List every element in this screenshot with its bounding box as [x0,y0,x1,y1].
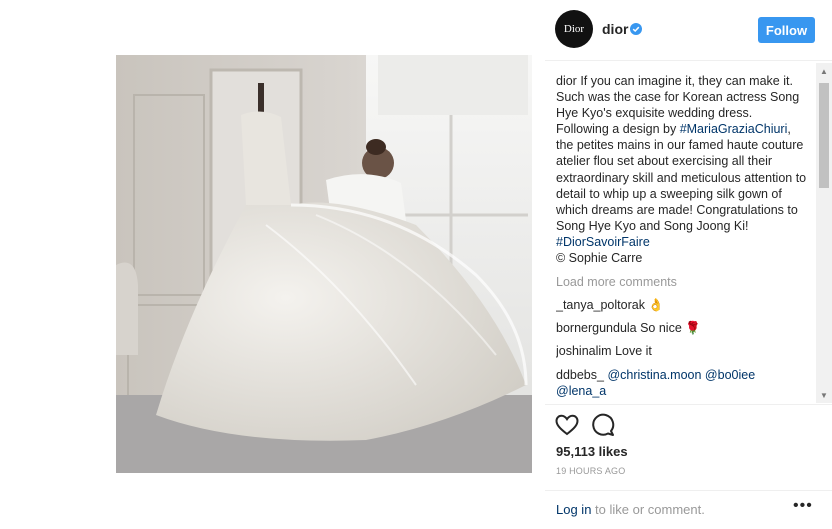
caption-username[interactable]: dior [556,74,577,88]
comment-item: _tanya_poltorak 👌 [556,297,808,313]
post-photo[interactable] [116,55,532,473]
scrollbar-thumb[interactable] [819,83,829,188]
comment-username[interactable]: ddbebs_ [556,368,604,382]
load-more-comments[interactable]: Load more comments [556,274,808,290]
comment-text: Love it [611,344,652,359]
likes-count[interactable]: 95,113 likes [556,444,628,459]
username-link[interactable]: dior [602,21,628,37]
comment-item: bornergundula So nice 🌹 [556,320,808,336]
comment-mention[interactable]: @christina.moon [607,368,701,382]
comment-username[interactable]: _tanya_poltorak [556,298,645,312]
comments-list[interactable]: dior If you can imagine it, they can mak… [556,73,808,403]
more-dots-icon[interactable]: ••• [793,497,817,517]
post-timestamp[interactable]: 19 HOURS AGO [556,466,625,476]
comment-item: ddbebs_ @christina.moon @bo0iee @lena_a [556,367,808,399]
actions-divider [545,404,832,406]
comment-username[interactable]: joshinalim [556,344,612,358]
comment-mention[interactable]: @lena_a [556,384,606,398]
login-prompt: Log in to like or comment. [556,502,705,517]
comment-icon[interactable] [591,413,615,437]
caption-text-2: , the petites mains in our famed haute c… [556,122,807,233]
comment-username[interactable]: bornergundula [556,321,637,335]
comment-text: So nice 🌹 [636,321,701,336]
caption-hashtag[interactable]: #DiorSavoirFaire [556,235,650,249]
comment-text: 👌 [644,298,664,313]
comment-mention[interactable]: @bo0iee [705,368,755,382]
caption-mention[interactable]: #MariaGraziaChiuri [680,122,788,136]
heart-icon[interactable] [555,413,579,437]
post-side-panel: Dior dior Follow dior If you can imagine… [545,0,832,529]
wedding-dress-photo [116,55,532,473]
comment-item: joshinalim Love it [556,343,808,359]
verified-badge-icon [630,23,642,35]
scroll-down-arrow-icon[interactable]: ▼ [816,387,832,403]
caption: dior If you can imagine it, they can mak… [556,73,808,266]
scroll-up-arrow-icon[interactable]: ▲ [816,63,832,79]
login-link[interactable]: Log in [556,502,591,517]
avatar[interactable]: Dior [555,10,593,48]
comments-scrollbar[interactable]: ▲ ▼ [816,63,832,403]
photo-credit: © Sophie Carre [556,251,643,266]
login-divider [545,490,832,491]
follow-button[interactable]: Follow [758,17,815,43]
login-suffix: to like or comment. [591,502,705,517]
post-header: Dior dior Follow [545,0,832,61]
